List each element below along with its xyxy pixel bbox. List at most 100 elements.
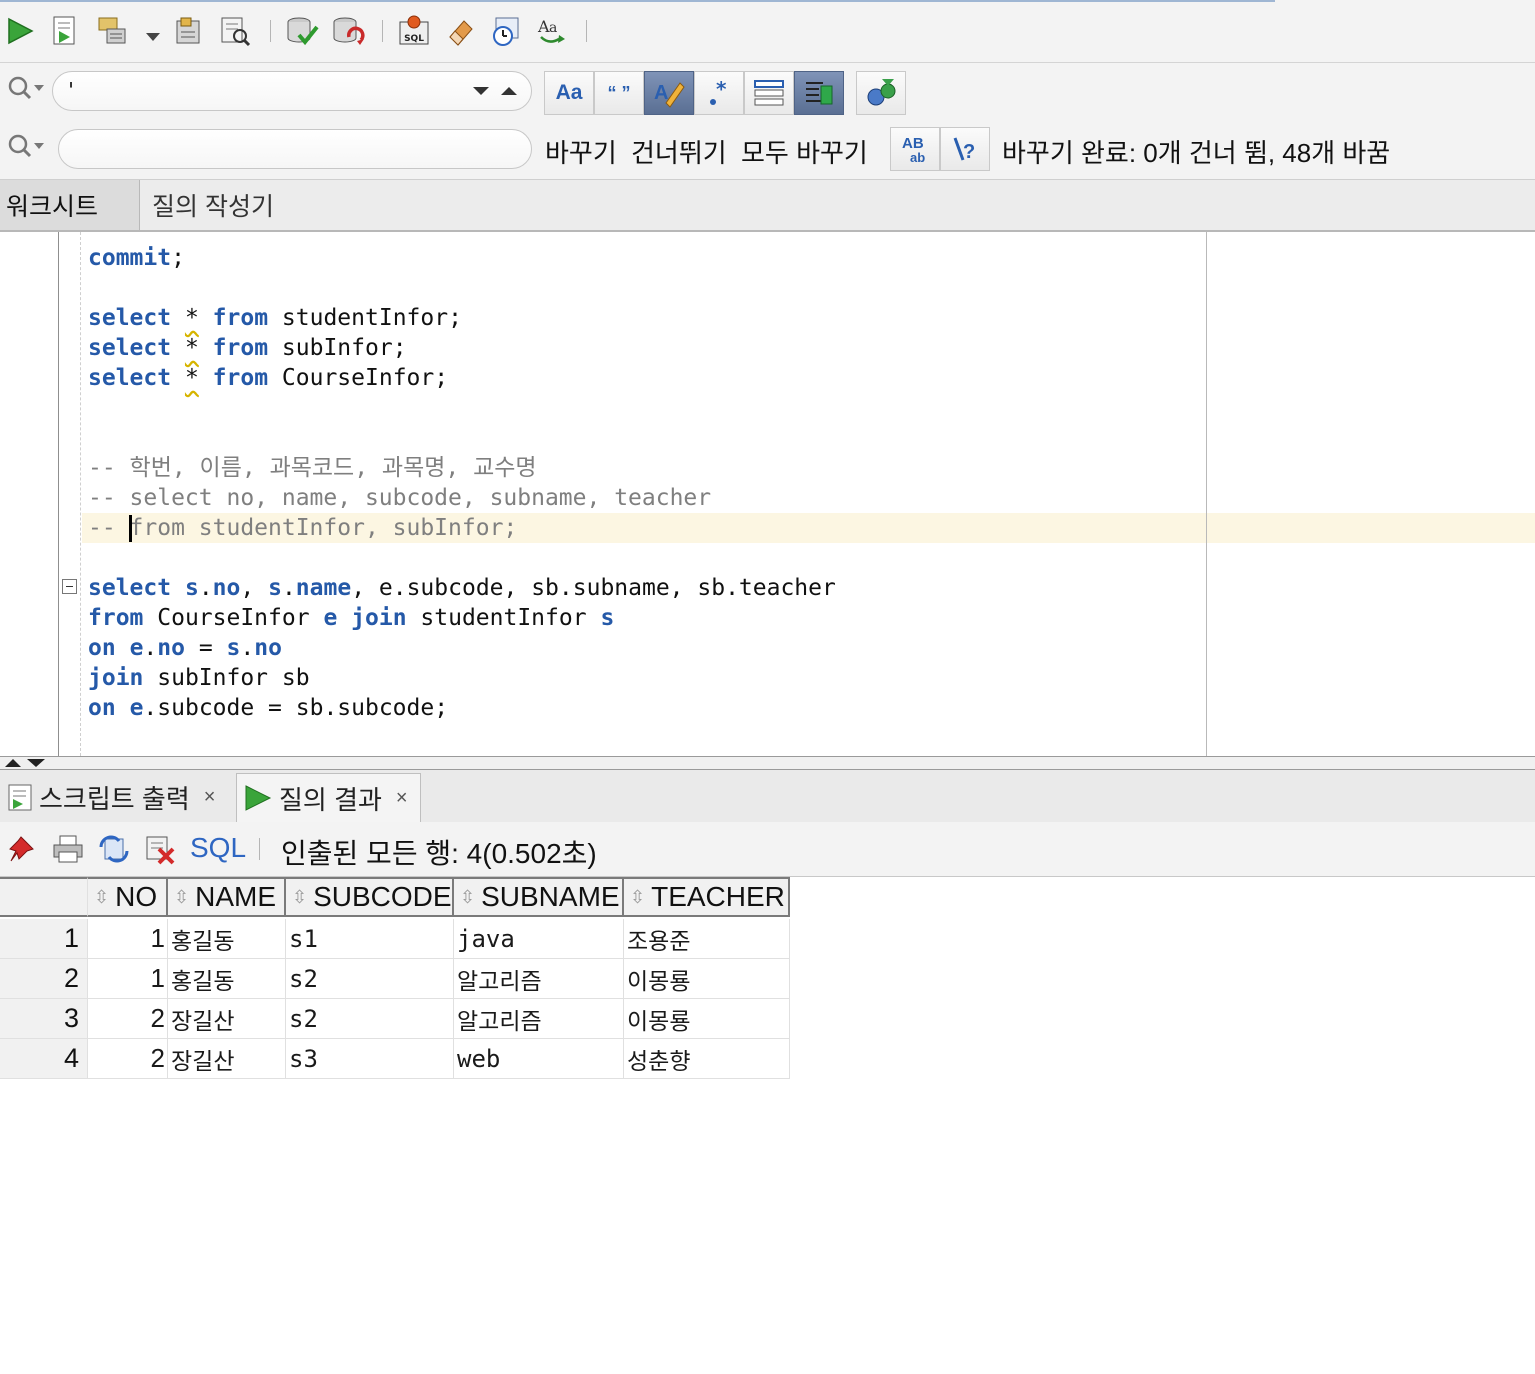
cell-name[interactable]: 장길산 [168,999,286,1039]
run-script-icon [53,16,75,45]
editor-tab-bar: 워크시트 질의 작성기 [0,180,1535,232]
sort-icon[interactable]: ⇳ [292,887,307,908]
find-next-icon[interactable] [471,85,491,97]
autotrace-button[interactable] [171,13,207,49]
run-statement-button[interactable] [2,13,38,49]
cell-subname[interactable]: 알고리즘 [454,999,624,1039]
find-previous-icon[interactable] [499,85,519,97]
replace-all-button[interactable]: 모두 바꾸기 [741,133,868,170]
row-header-corner [0,877,88,917]
sql-tuning-advisor-button[interactable] [217,13,253,49]
cell-teacher[interactable]: 조용준 [624,919,790,959]
replace-options-button[interactable] [4,127,48,165]
cell-teacher[interactable]: 성춘향 [624,1039,790,1079]
freeze-view-button[interactable] [4,831,40,867]
cell-subcode[interactable]: s3 [286,1039,454,1079]
match-case-icon: Aa [555,81,583,104]
sort-icon[interactable]: ⇳ [94,887,109,908]
cell-no[interactable]: 2 [88,1039,168,1079]
tab-script-output[interactable]: 스크립트 출력 × [6,773,215,821]
cell-subcode[interactable]: s1 [286,919,454,959]
fold-collapse-icon[interactable] [62,579,77,594]
column-header-subname[interactable]: ⇳ SUBNAME [454,877,624,917]
code-comment: -- from studentInfor, subInfor; [88,515,518,541]
replace-mode-toggle[interactable] [856,71,906,115]
find-options-button[interactable] [4,69,48,107]
explain-plan-icon [98,17,126,44]
search-icon [8,134,44,158]
tab-worksheet[interactable]: 워크시트 [0,180,140,230]
match-case-toggle[interactable]: Aa [544,71,594,115]
sort-icon[interactable]: ⇳ [630,887,645,908]
sql-editor[interactable]: commit; select * from studentInfor; sele… [0,232,1535,756]
fold-gutter [80,232,82,756]
panel-splitter[interactable] [0,756,1535,770]
cell-name[interactable]: 홍길동 [168,919,286,959]
sql-history-button[interactable] [488,13,524,49]
toolbar-separator [259,838,260,860]
refresh-button[interactable] [96,831,132,867]
cell-name[interactable]: 장길산 [168,1039,286,1079]
print-button[interactable] [50,831,86,867]
splitter-arrows-icon[interactable] [3,758,47,768]
cell-teacher[interactable]: 이몽룡 [624,959,790,999]
cell-subcode[interactable]: s2 [286,959,454,999]
find-input-text: ' [65,78,78,102]
table-row[interactable]: 1 1 홍길동 s1 java 조용준 [0,919,790,959]
cell-subname[interactable]: web [454,1039,624,1079]
tab-query-builder[interactable]: 질의 작성기 [152,180,274,230]
close-icon[interactable]: × [396,787,408,810]
selection-only-toggle[interactable] [794,71,844,115]
to-upper-lower-button[interactable]: Aa [534,13,570,49]
clear-icon [449,20,473,46]
column-header-subcode[interactable]: ⇳ SUBCODE [286,877,454,917]
cell-subname[interactable]: 알고리즘 [454,959,624,999]
right-margin-line [1206,232,1207,756]
cell-teacher[interactable]: 이몽룡 [624,999,790,1039]
commit-icon [287,17,319,46]
replace-input[interactable] [58,129,532,169]
preserve-case-toggle[interactable]: AB ab [890,127,940,171]
quote-icon: “ ” [607,82,631,103]
code-line: select * from studentInfor; [88,305,462,331]
cell-no[interactable]: 2 [88,999,168,1039]
wrap-search-toggle[interactable] [744,71,794,115]
regex-toggle[interactable]: * [694,71,744,115]
highlight-toggle[interactable]: A [644,71,694,115]
table-row[interactable]: 2 1 홍길동 s2 알고리즘 이몽룡 [0,959,790,999]
cell-subcode[interactable]: s2 [286,999,454,1039]
sql-worksheet-button[interactable]: SQL [396,13,432,49]
column-header-teacher[interactable]: ⇳ TEACHER [624,877,790,917]
rollback-button[interactable] [330,13,366,49]
cell-subname[interactable]: java [454,919,624,959]
code-line: select s.no, s.name, e.subcode, sb.subna… [88,575,836,601]
selection-icon [806,82,833,105]
skip-button[interactable]: 건너뛰기 [631,133,727,170]
replace-status: 바꾸기 완료: 0개 건너 뜀, 48개 바꿈 [1002,138,1391,168]
cell-no[interactable]: 1 [88,959,168,999]
run-script-button[interactable] [47,13,83,49]
replace-button[interactable]: 바꾸기 [545,133,617,170]
explain-dropdown-button[interactable] [146,28,160,47]
sort-icon[interactable]: ⇳ [460,887,475,908]
explain-plan-button[interactable] [94,13,130,49]
find-input[interactable]: ' [52,71,532,111]
sort-icon[interactable]: ⇳ [174,887,189,908]
code-line: from CourseInfor e join studentInfor s [88,605,615,631]
tab-query-result[interactable]: 질의 결과 × [236,773,421,822]
keyword: commit [88,245,172,271]
cell-name[interactable]: 홍길동 [168,959,286,999]
whole-word-toggle[interactable]: “ ” [594,71,644,115]
cell-no[interactable]: 1 [88,919,168,959]
table-row[interactable]: 3 2 장길산 s2 알고리즘 이몽룡 [0,999,790,1039]
clear-results-button[interactable] [142,831,178,867]
svg-text:ab: ab [910,150,925,165]
column-header-no[interactable]: ⇳ NO [88,877,168,917]
column-header-name[interactable]: ⇳ NAME [168,877,286,917]
sql-link[interactable]: SQL [190,832,246,864]
clear-button[interactable] [442,13,478,49]
commit-button[interactable] [284,13,320,49]
table-row[interactable]: 4 2 장길산 s3 web 성춘향 [0,1039,790,1079]
close-icon[interactable]: × [204,786,216,809]
replace-help-toggle[interactable]: ? [940,127,990,171]
